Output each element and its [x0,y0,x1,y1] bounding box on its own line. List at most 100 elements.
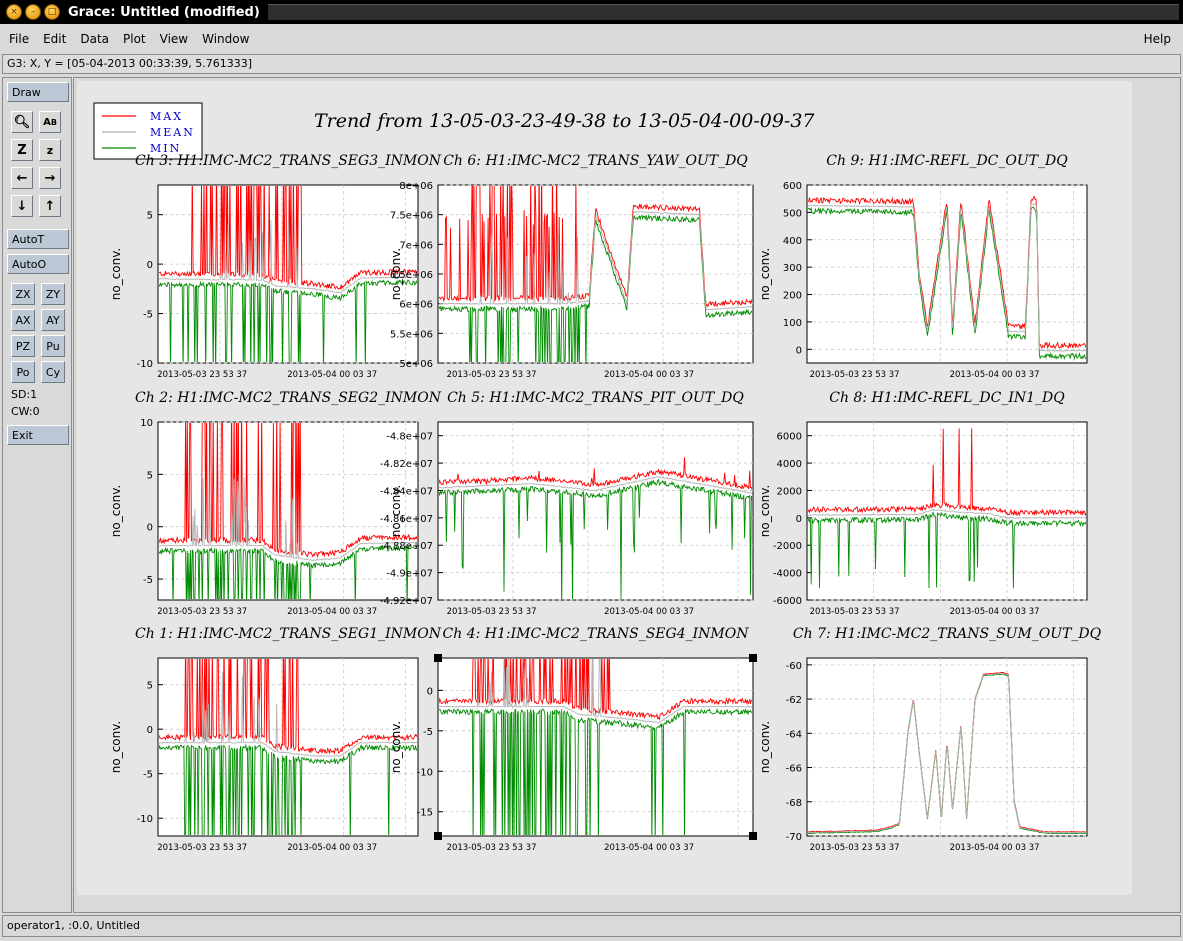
chart-ylabel-ch8: no_conv. [758,485,772,537]
chart-ylabel-ch5: no_conv. [389,485,403,537]
chart-ytick-label: -4.82e+07 [380,459,433,470]
chart-ytick-label: 5 [147,681,153,692]
locator-bar: G3: X, Y = [05-04-2013 00:33:39, 5.76133… [2,54,1181,74]
chart-ytick-label: -5 [143,770,153,781]
pu-button[interactable]: Pu [41,335,65,357]
chart-ytick-label: 6000 [777,432,802,443]
text-icon[interactable]: AB [39,111,61,133]
chart-xtick-label: 2013-05-04 00 03 37 [950,843,1040,853]
chart-ytick-label: 200 [783,291,802,302]
autoo-button[interactable]: AutoO [7,254,69,274]
chart-ytick-label: 10 [140,418,153,429]
chart-ytick-label: -15 [417,808,433,819]
window-title: Grace: Untitled (modified) [68,4,260,20]
chart-ytick-label: -4.92e+07 [380,596,433,607]
chart-ytick-label: 8e+06 [399,181,433,192]
selection-handle [749,654,757,662]
maximize-icon[interactable]: □ [44,4,60,20]
chart-ytick-label: 7.5e+06 [390,211,433,222]
chart-xtick-label: 2013-05-04 00 03 37 [287,607,377,617]
cy-button[interactable]: Cy [41,361,65,383]
chart-xtick-label: 2013-05-04 00 03 37 [604,370,694,380]
ax-button[interactable]: AX [11,309,35,331]
autot-button[interactable]: AutoT [7,229,69,249]
chart-ytick-label: 6e+06 [399,300,433,311]
chart-xtick-label: 2013-05-03 23 53 37 [810,370,900,380]
selection-handle [749,832,757,840]
zx-button[interactable]: ZX [11,283,35,305]
chart-xtick-label: 2013-05-04 00 03 37 [287,370,377,380]
draw-button[interactable]: Draw [7,82,69,102]
chart-ylabel-ch6: no_conv. [389,248,403,300]
chart-ylabel-ch1: no_conv. [109,721,123,773]
chart-xtick-label: 2013-05-03 23 53 37 [447,607,537,617]
zoom-out-icon[interactable]: z [39,139,61,161]
chart-xtick-label: 2013-05-04 00 03 37 [287,843,377,853]
left-toolbar: Draw 🔍︎ AB Z z ← → ↓ ↑ AutoT AutoO ZX ZY… [2,77,72,913]
chart-ylabel-ch9: no_conv. [758,248,772,300]
chart-title-ch4: Ch 4: H1:IMC-MC2_TRANS_SEG4_INMON [443,626,750,642]
chart-xtick-label: 2013-05-03 23 53 37 [157,607,247,617]
pz-button[interactable]: PZ [11,335,35,357]
chart-ytick-label: -4.8e+07 [386,432,433,443]
chart-ytick-label: -5 [423,727,433,738]
chart-ytick-label: 2000 [777,486,802,497]
chart-xtick-label: 2013-05-04 00 03 37 [950,370,1040,380]
menu-window[interactable]: Window [195,32,256,46]
menu-file[interactable]: File [2,32,36,46]
zoom-in-icon[interactable]: Z [11,139,33,161]
chart-ytick-label: 4000 [777,459,802,470]
chart-ytick-label: 5e+06 [399,359,433,370]
chart-ytick-label: -70 [786,832,802,843]
chart-ytick-label: 0 [147,260,153,271]
menu-data[interactable]: Data [73,32,116,46]
plot-canvas-svg: Trend from 13-05-03-23-49-38 to 13-05-04… [77,81,1132,895]
po-button[interactable]: Po [11,361,35,383]
menu-plot[interactable]: Plot [116,32,153,46]
minimize-icon[interactable]: – [25,4,41,20]
menu-edit[interactable]: Edit [36,32,73,46]
chart-panel-ch9: Ch 9: H1:IMC-REFL_DC_OUT_DQ 600 500 400 300 2… [758,153,1088,380]
chart-ytick-label: -10 [137,359,153,370]
menu-help[interactable]: Help [1137,32,1181,46]
chart-ylabel-ch7: no_conv. [758,721,772,773]
chart-xtick-label: 2013-05-03 23 53 37 [810,843,900,853]
window-titlebar: × – □ Grace: Untitled (modified) [0,0,1183,24]
chart-title-ch3: Ch 3: H1:IMC-MC2_TRANS_SEG3_INMON [135,153,442,169]
chart-ylabel-ch2: no_conv. [109,485,123,537]
close-icon[interactable]: × [6,4,22,20]
chart-ytick-label: 400 [783,236,802,247]
status-text: operator1, :0.0, Untitled [7,919,141,932]
main-title: Trend from 13-05-03-23-49-38 to 13-05-04… [314,110,815,132]
chart-ytick-label: -4.9e+07 [386,569,433,580]
chart-ytick-label: 5 [147,470,153,481]
exit-button[interactable]: Exit [7,425,69,445]
chart-xtick-label: 2013-05-03 23 53 37 [810,607,900,617]
plot-canvas[interactable]: Trend from 13-05-03-23-49-38 to 13-05-04… [73,77,1181,913]
chart-title-ch8: Ch 8: H1:IMC-REFL_DC_IN1_DQ [829,390,1065,406]
left-arrow-icon[interactable]: ← [11,167,33,189]
menu-view[interactable]: View [153,32,195,46]
chart-ytick-label: -6000 [773,596,802,607]
down-arrow-icon[interactable]: ↓ [11,195,33,217]
zoom-icon[interactable]: 🔍︎ [11,111,33,133]
chart-title-ch5: Ch 5: H1:IMC-MC2_TRANS_PIT_OUT_DQ [447,390,744,406]
chart-ytick-label: -4.84e+07 [380,486,433,497]
chart-ytick-label: -2000 [773,541,802,552]
locator-text: G3: X, Y = [05-04-2013 00:33:39, 5.76133… [7,57,253,70]
zy-button[interactable]: ZY [41,283,65,305]
chart-ytick-label: 0 [147,523,153,534]
chart-xtick-label: 2013-05-04 00 03 37 [604,843,694,853]
chart-ytick-label: -5 [143,310,153,321]
ay-button[interactable]: AY [41,309,65,331]
right-arrow-icon[interactable]: → [39,167,61,189]
titlebar-drag-area[interactable] [268,4,1179,20]
chart-ytick-label: 0 [147,725,153,736]
selection-handle [434,832,442,840]
chart-frame-ch5 [437,421,754,601]
chart-ytick-label: 0 [796,345,802,356]
chart-xtick-label: 2013-05-04 00 03 37 [604,607,694,617]
chart-ytick-label: -68 [786,798,802,809]
up-arrow-icon[interactable]: ↑ [39,195,61,217]
sd-label: SD:1 [11,388,38,401]
